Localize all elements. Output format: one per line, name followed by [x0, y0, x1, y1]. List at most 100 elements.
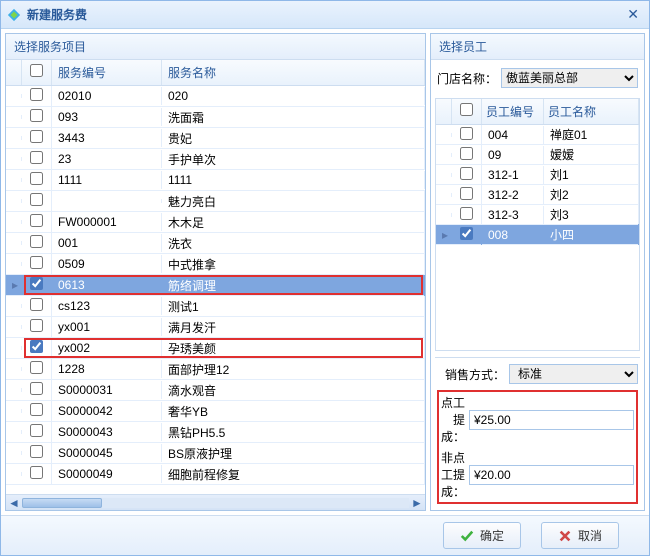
- cell-name: 测试1: [162, 296, 425, 317]
- table-row[interactable]: 312-3刘3: [436, 205, 639, 225]
- table-row[interactable]: 093洗面霜: [6, 107, 425, 128]
- table-row[interactable]: FW000001木木足: [6, 212, 425, 233]
- cell-code: cs123: [52, 297, 162, 315]
- scroll-thumb[interactable]: [22, 498, 102, 508]
- cancel-icon: [558, 529, 572, 543]
- row-checkbox[interactable]: [460, 187, 473, 200]
- app-logo-icon: [7, 8, 21, 22]
- row-checkbox[interactable]: [30, 109, 43, 122]
- cell-code: 3443: [52, 129, 162, 147]
- table-row[interactable]: yx002孕琇美颜: [6, 338, 425, 359]
- row-indicator: [436, 173, 452, 177]
- dialog-title: 新建服务费: [27, 6, 87, 23]
- employee-grid-body[interactable]: 004禅庭0109嫒嫒312-1刘1312-2刘2312-3刘3▸008小四: [436, 125, 639, 350]
- close-icon[interactable]: ✕: [623, 6, 643, 23]
- cell-name: 手护单次: [162, 149, 425, 170]
- row-checkbox[interactable]: [30, 466, 43, 479]
- scroll-left-icon[interactable]: ◄: [6, 496, 22, 510]
- row-checkbox[interactable]: [30, 214, 43, 227]
- row-checkbox[interactable]: [460, 147, 473, 160]
- table-row[interactable]: 312-1刘1: [436, 165, 639, 185]
- row-indicator: [6, 178, 22, 182]
- cell-name: 刘2: [544, 184, 639, 205]
- cell-code: 09: [482, 146, 544, 164]
- table-row[interactable]: 09嫒嫒: [436, 145, 639, 165]
- cell-name: BS原液护理: [162, 443, 425, 464]
- row-indicator: [6, 325, 22, 329]
- row-checkbox[interactable]: [30, 382, 43, 395]
- row-checkbox[interactable]: [460, 127, 473, 140]
- employee-panel: 选择员工 门店名称： 傲蓝美丽总部 员工编号 员工名称 004禅庭0109嫒嫒3…: [430, 33, 645, 511]
- scroll-right-icon[interactable]: ►: [409, 496, 425, 510]
- row-checkbox[interactable]: [30, 151, 43, 164]
- cell-code: 093: [52, 108, 162, 126]
- row-checkbox[interactable]: [30, 256, 43, 269]
- table-row[interactable]: 1228面部护理12: [6, 359, 425, 380]
- header-employee-code[interactable]: 员工编号: [482, 99, 544, 124]
- table-row[interactable]: S0000031滴水观音: [6, 380, 425, 401]
- cell-name: 刘1: [544, 164, 639, 185]
- row-checkbox[interactable]: [30, 403, 43, 416]
- row-indicator: [6, 346, 22, 350]
- employee-check-all[interactable]: [460, 103, 473, 116]
- row-checkbox[interactable]: [30, 340, 43, 353]
- row-indicator: ▸: [436, 226, 452, 244]
- sale-mode-select[interactable]: 标准: [509, 364, 638, 384]
- commission1-input[interactable]: [469, 410, 634, 430]
- commission2-label: 非点工提成：: [441, 449, 465, 500]
- cell-code: 312-3: [482, 206, 544, 224]
- header-service-code[interactable]: 服务编号: [52, 60, 162, 85]
- row-indicator: [6, 220, 22, 224]
- row-checkbox[interactable]: [30, 88, 43, 101]
- cell-code: 23: [52, 150, 162, 168]
- row-checkbox[interactable]: [30, 319, 43, 332]
- table-row[interactable]: S0000043黑钻PH5.5: [6, 422, 425, 443]
- row-indicator: [6, 262, 22, 266]
- cell-code: 0613: [52, 276, 162, 294]
- row-checkbox[interactable]: [30, 130, 43, 143]
- row-indicator: [6, 367, 22, 371]
- row-indicator: [436, 133, 452, 137]
- row-checkbox[interactable]: [30, 193, 43, 206]
- row-checkbox[interactable]: [30, 277, 43, 290]
- header-service-name[interactable]: 服务名称: [162, 60, 425, 85]
- row-checkbox[interactable]: [30, 361, 43, 374]
- table-row[interactable]: ▸0613筋络调理: [6, 275, 425, 296]
- row-checkbox[interactable]: [460, 207, 473, 220]
- table-row[interactable]: 11111111: [6, 170, 425, 191]
- table-row[interactable]: ▸008小四: [436, 225, 639, 245]
- row-checkbox[interactable]: [30, 235, 43, 248]
- row-checkbox[interactable]: [460, 227, 473, 240]
- table-row[interactable]: S0000042奢华YB: [6, 401, 425, 422]
- table-row[interactable]: cs123测试1: [6, 296, 425, 317]
- table-row[interactable]: 312-2刘2: [436, 185, 639, 205]
- row-indicator: [6, 136, 22, 140]
- table-row[interactable]: 001洗衣: [6, 233, 425, 254]
- service-hscroll[interactable]: ◄ ►: [6, 494, 425, 510]
- row-checkbox[interactable]: [30, 445, 43, 458]
- table-row[interactable]: S0000045BS原液护理: [6, 443, 425, 464]
- service-grid-body[interactable]: 02010020093洗面霜3443贵妃23手护单次11111111魅力亮白FW…: [6, 86, 425, 494]
- table-row[interactable]: 0509中式推拿: [6, 254, 425, 275]
- cell-code: FW000001: [52, 213, 162, 231]
- row-checkbox[interactable]: [30, 424, 43, 437]
- cancel-button[interactable]: 取消: [541, 522, 619, 549]
- store-select[interactable]: 傲蓝美丽总部: [501, 68, 638, 88]
- ok-button[interactable]: 确定: [443, 522, 521, 549]
- titlebar: 新建服务费 ✕: [1, 1, 649, 29]
- table-row[interactable]: 魅力亮白: [6, 191, 425, 212]
- table-row[interactable]: 02010020: [6, 86, 425, 107]
- service-check-all[interactable]: [30, 64, 43, 77]
- header-employee-name[interactable]: 员工名称: [544, 99, 639, 124]
- commission2-input[interactable]: [469, 465, 634, 485]
- cell-code: 008: [482, 226, 544, 244]
- table-row[interactable]: S0000049细胞前程修复: [6, 464, 425, 485]
- row-checkbox[interactable]: [30, 172, 43, 185]
- table-row[interactable]: 23手护单次: [6, 149, 425, 170]
- table-row[interactable]: 004禅庭01: [436, 125, 639, 145]
- table-row[interactable]: yx001满月发汗: [6, 317, 425, 338]
- table-row[interactable]: 3443贵妃: [6, 128, 425, 149]
- row-checkbox[interactable]: [30, 298, 43, 311]
- cell-name: 贵妃: [162, 128, 425, 149]
- row-checkbox[interactable]: [460, 167, 473, 180]
